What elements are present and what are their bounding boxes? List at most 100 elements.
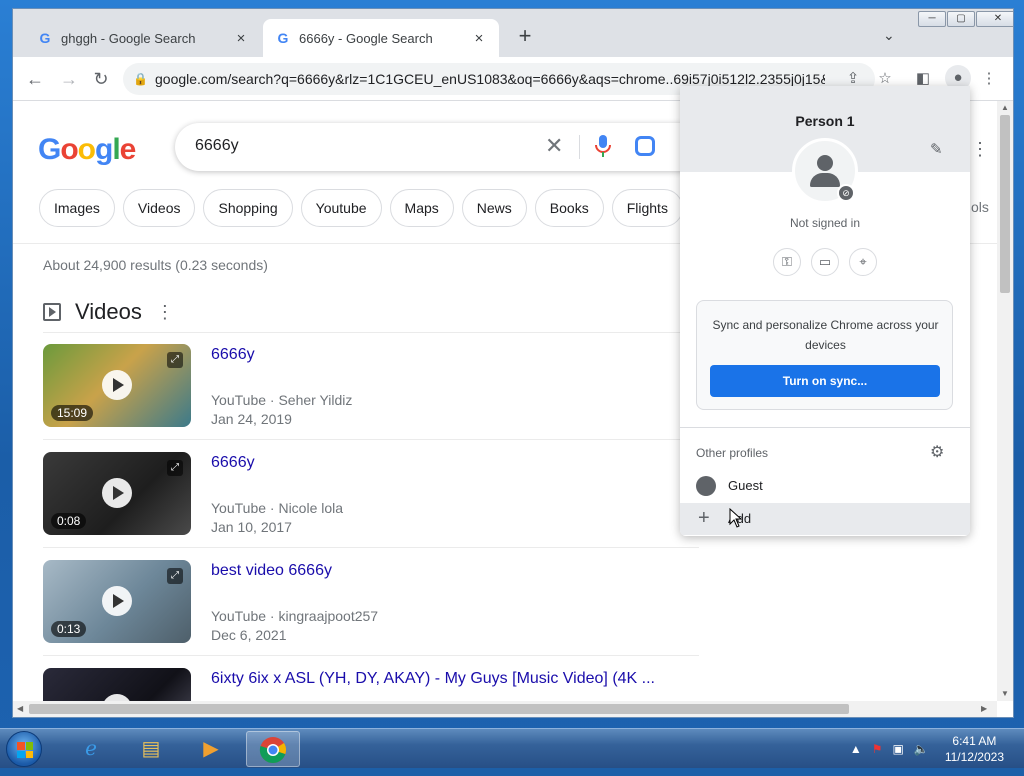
lock-icon[interactable]: 🔒 <box>133 72 148 86</box>
taskbar: ℯ ▤ ▶ ▲ ⚑ ▣ 🔈 6:41 AM 11/12/2023 <box>0 728 1024 768</box>
google-logo[interactable]: Google <box>38 133 136 167</box>
add-profile-item[interactable]: + Add <box>680 503 970 535</box>
payment-card-icon[interactable]: ▭ <box>811 248 839 276</box>
horizontal-scrollbar[interactable]: ◀ ▶ <box>13 701 997 717</box>
expand-icon[interactable]: ⤢ <box>167 352 183 368</box>
video-result[interactable]: ⤢ 15:09 6666y YouTube · Seher Yildiz Jan… <box>43 344 699 444</box>
video-duration: 0:13 <box>51 621 87 637</box>
network-icon[interactable]: ▣ <box>893 742 904 756</box>
lens-icon[interactable] <box>635 136 655 156</box>
play-icon[interactable] <box>102 694 132 701</box>
reload-icon[interactable]: ↻ <box>87 65 115 93</box>
clock-time: 6:41 AM <box>952 734 997 748</box>
menu-kebab-icon[interactable]: ⋮ <box>979 69 999 87</box>
passwords-key-icon[interactable]: ⚿ <box>773 248 801 276</box>
chrome-taskbar-icon[interactable] <box>246 731 300 767</box>
video-title-link[interactable]: 6ixty 6ix x ASL (YH, DY, AKAY) - My Guys… <box>211 670 655 688</box>
minimize-button[interactable]: ─ <box>918 11 946 27</box>
guest-profile-item[interactable]: Guest <box>680 470 970 502</box>
sync-card: Sync and personalize Chrome across your … <box>696 300 953 410</box>
video-title-link[interactable]: best video 6666y <box>211 562 332 580</box>
google-favicon-icon: G <box>277 30 289 46</box>
video-result[interactable]: ⤢ 0:13 best video 6666y YouTube · kingra… <box>43 560 699 660</box>
close-window-button[interactable]: ✕ <box>976 11 1013 27</box>
chip-videos[interactable]: Videos <box>122 189 196 227</box>
chip-maps[interactable]: Maps <box>389 189 454 227</box>
filter-chips: Images Videos Shopping Youtube Maps News… <box>39 189 691 227</box>
back-icon[interactable]: ← <box>21 65 49 93</box>
tab-label: ghggh - Google Search <box>61 30 196 46</box>
video-title-link[interactable]: 6666y <box>211 346 255 364</box>
search-box[interactable]: 6666y ✕ <box>175 123 735 171</box>
chip-shopping[interactable]: Shopping <box>203 189 293 227</box>
clock-date: 11/12/2023 <box>944 750 1004 764</box>
start-button[interactable] <box>6 731 42 767</box>
share-icon[interactable]: ⇪ <box>843 69 863 87</box>
window-controls: ─ ▢ ✕ <box>917 11 1013 27</box>
sync-off-icon: ⊘ <box>837 184 855 202</box>
addresses-pin-icon[interactable]: ⌖ <box>849 248 877 276</box>
video-thumbnail[interactable]: ⤢ 0:13 <box>43 560 191 643</box>
play-icon[interactable] <box>102 370 132 400</box>
tab-ghggh[interactable]: G ghggh - Google Search × <box>25 19 261 57</box>
video-result[interactable]: ⤢ 0:08 6666y YouTube · Nicole lola Jan 1… <box>43 452 699 552</box>
volume-muted-icon[interactable]: 🔈 <box>914 742 929 756</box>
divider <box>680 427 970 428</box>
more-options-icon[interactable]: ⋮ <box>156 302 174 323</box>
tab-search-icon[interactable]: ⌄ <box>883 27 895 44</box>
chip-flights[interactable]: Flights <box>611 189 683 227</box>
vertical-scrollbar[interactable]: ▲ ▼ <box>997 101 1013 701</box>
clock[interactable]: 6:41 AM 11/12/2023 <box>945 733 1004 765</box>
file-explorer-icon[interactable]: ▤ <box>124 731 178 767</box>
maximize-button[interactable]: ▢ <box>947 11 975 27</box>
tab-6666y[interactable]: G 6666y - Google Search × <box>263 19 499 57</box>
play-icon[interactable] <box>102 586 132 616</box>
scrollbar-thumb[interactable] <box>1000 115 1010 293</box>
turn-on-sync-button[interactable]: Turn on sync... <box>710 365 940 397</box>
side-panel-icon[interactable]: ◧ <box>913 69 933 87</box>
chip-images[interactable]: Images <box>39 189 115 227</box>
video-thumbnail[interactable]: ⤢ 0:08 <box>43 452 191 535</box>
new-tab-button[interactable]: + <box>513 25 537 49</box>
tools-button[interactable]: ols <box>971 199 989 215</box>
video-duration: 0:08 <box>51 513 87 529</box>
close-tab-icon[interactable]: × <box>233 30 249 47</box>
media-player-icon[interactable]: ▶ <box>184 731 238 767</box>
scrollbar-thumb[interactable] <box>29 704 849 714</box>
scroll-up-icon[interactable]: ▲ <box>1001 103 1009 112</box>
video-thumbnail[interactable]: ⤢ 15:09 <box>43 344 191 427</box>
action-center-icon[interactable]: ⚑ <box>872 742 883 756</box>
expand-icon[interactable]: ⤢ <box>167 568 183 584</box>
video-title-link[interactable]: 6666y <box>211 454 255 472</box>
search-input[interactable]: 6666y <box>195 137 239 155</box>
video-duration: 15:09 <box>51 405 94 421</box>
forward-icon[interactable]: → <box>55 65 83 93</box>
show-hidden-icons-icon[interactable]: ▲ <box>850 742 862 756</box>
bookmark-star-icon[interactable]: ☆ <box>875 69 895 87</box>
scroll-left-icon[interactable]: ◀ <box>17 704 23 713</box>
internet-explorer-icon[interactable]: ℯ <box>64 731 118 767</box>
apps-grid-icon[interactable]: ⋮⋮⋮ <box>971 139 997 160</box>
profile-menu: Person 1 ✎ ⊘ Not signed in ⚿ ▭ ⌖ Sync an… <box>680 86 970 536</box>
play-icon[interactable] <box>102 478 132 508</box>
chip-news[interactable]: News <box>461 189 527 227</box>
video-date: Jan 24, 2019 <box>211 411 292 427</box>
chip-youtube[interactable]: Youtube <box>300 189 382 227</box>
videos-heading: Videos <box>75 299 142 324</box>
video-source: YouTube · kingraajpoot257 <box>211 608 379 624</box>
chrome-logo-icon <box>259 737 286 764</box>
clear-search-icon[interactable]: ✕ <box>545 133 563 159</box>
chip-books[interactable]: Books <box>534 189 604 227</box>
voice-search-icon[interactable] <box>595 135 611 157</box>
edit-pencil-icon[interactable]: ✎ <box>930 140 943 158</box>
scroll-right-icon[interactable]: ▶ <box>981 704 987 713</box>
video-date: Jan 10, 2017 <box>211 519 292 535</box>
expand-icon[interactable]: ⤢ <box>167 460 183 476</box>
video-thumbnail[interactable] <box>43 668 191 701</box>
scroll-down-icon[interactable]: ▼ <box>1001 689 1009 698</box>
close-tab-icon[interactable]: × <box>471 30 487 47</box>
video-result[interactable]: 6ixty 6ix x ASL (YH, DY, AKAY) - My Guys… <box>43 668 699 701</box>
url-text[interactable]: google.com/search?q=6666y&rlz=1C1GCEU_en… <box>155 71 825 87</box>
divider <box>43 547 699 548</box>
manage-profiles-gear-icon[interactable]: ⚙ <box>930 442 944 462</box>
